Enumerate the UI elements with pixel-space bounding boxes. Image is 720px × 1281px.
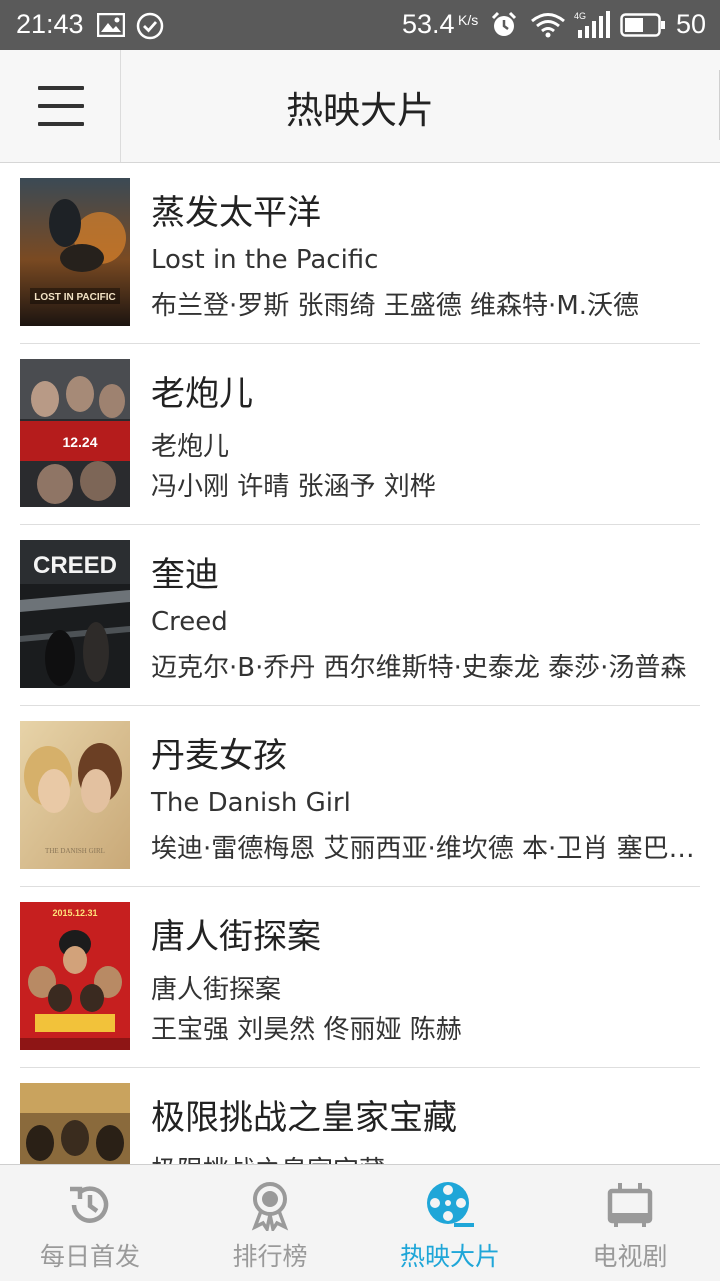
movie-subtitle: The Danish Girl — [151, 788, 351, 818]
movie-cast: 王宝强 刘昊然 佟丽娅 陈赫 — [151, 1015, 462, 1045]
movie-poster: 2015.12.31 — [20, 902, 130, 1050]
movie-poster: CREED — [20, 540, 130, 688]
movie-list-item[interactable]: 12.24 老炮儿 老炮儿 冯小刚 许晴 张涵予 刘桦 — [20, 344, 700, 525]
movie-list-item[interactable]: 极限挑战之皇家宝藏 极限挑战之皇家宝藏 — [20, 1068, 700, 1164]
movie-poster: THE DANISH GIRL — [20, 721, 130, 869]
image-notification-icon — [97, 13, 125, 37]
movie-subtitle: 老炮儿 — [151, 432, 230, 462]
svg-text:2015.12.31: 2015.12.31 — [52, 908, 97, 918]
movie-title: 老炮儿 — [151, 374, 253, 414]
svg-text:THE DANISH GIRL: THE DANISH GIRL — [45, 847, 105, 855]
tab-label: 每日首发 — [39, 1242, 140, 1271]
svg-text:12.24: 12.24 — [62, 434, 97, 450]
tab-tv-series[interactable]: 电视剧 — [540, 1165, 720, 1281]
movie-title: 唐人街探案 — [151, 917, 321, 957]
cellular-signal-icon: 4G — [574, 11, 610, 38]
movie-subtitle: Lost in the Pacific — [151, 245, 379, 275]
movie-title: 奎迪 — [151, 555, 219, 595]
history-icon — [70, 1186, 109, 1223]
movie-subtitle: 极限挑战之皇家宝藏 — [151, 1150, 385, 1164]
app-header: 热映大片 — [0, 50, 720, 163]
bottom-tab-bar: 每日首发 排行榜 热映大片 电视剧 — [0, 1164, 720, 1281]
svg-text:LOST IN PACIFIC: LOST IN PACIFIC — [34, 292, 115, 303]
movie-subtitle: 唐人街探案 — [151, 975, 282, 1005]
tab-rankings[interactable]: 排行榜 — [180, 1165, 360, 1281]
check-circle-icon — [136, 12, 164, 40]
svg-text:4G: 4G — [574, 11, 586, 21]
film-reel-icon — [427, 1182, 474, 1227]
alarm-icon — [491, 11, 517, 36]
network-speed-unit: K/s — [458, 12, 479, 28]
tab-daily-premiere[interactable]: 每日首发 — [0, 1165, 180, 1281]
movie-list-item[interactable]: 2015.12.31 唐人街探案 唐人街探案 王宝强 刘昊然 佟丽娅 陈赫 — [20, 887, 700, 1068]
movie-title: 极限挑战之皇家宝藏 — [151, 1098, 457, 1138]
tab-hot-movies[interactable]: 热映大片 — [360, 1165, 540, 1281]
tab-label: 电视剧 — [592, 1242, 668, 1271]
movie-title: 丹麦女孩 — [151, 736, 287, 776]
medal-icon — [251, 1182, 289, 1231]
status-bar: 21:43 53.4 K/s 4G 50 — [0, 0, 720, 50]
battery-icon — [620, 13, 665, 37]
wifi-icon — [531, 13, 565, 38]
movie-list-item[interactable]: CREED 奎迪 Creed 迈克尔·B·乔丹 西尔维斯特·史泰龙 泰莎·汤普森 — [20, 525, 700, 706]
battery-level: 50 — [676, 9, 707, 39]
movie-list-item[interactable]: THE DANISH GIRL 丹麦女孩 The Danish Girl 埃迪·… — [20, 706, 700, 887]
movie-subtitle: Creed — [151, 607, 228, 637]
status-time: 21:43 — [16, 9, 84, 39]
tab-label: 排行榜 — [232, 1242, 308, 1271]
movie-cast: 迈克尔·B·乔丹 西尔维斯特·史泰龙 泰莎·汤普森 — [151, 653, 687, 683]
movie-poster: 12.24 — [20, 359, 130, 507]
tv-icon — [607, 1183, 653, 1227]
movie-poster: LOST IN PACIFIC — [20, 178, 130, 326]
movie-cast: 布兰登·罗斯 张雨绮 王盛德 维森特·M.沃德 — [151, 291, 640, 321]
page-title: 热映大片 — [286, 89, 434, 132]
network-speed: 53.4 — [402, 9, 455, 39]
movie-list[interactable]: LOST IN PACIFIC 蒸发太平洋 Lost in the Pacifi… — [0, 163, 720, 1164]
movie-title: 蒸发太平洋 — [151, 193, 321, 233]
movie-cast: 冯小刚 许晴 张涵予 刘桦 — [151, 472, 436, 502]
movie-cast: 埃迪·雷德梅恩 艾丽西亚·维坎德 本·卫肖 塞巴斯蒂安·科赫 — [151, 834, 699, 864]
svg-text:CREED: CREED — [33, 552, 117, 579]
tab-label: 热映大片 — [399, 1242, 500, 1271]
movie-poster — [20, 1083, 130, 1164]
movie-list-item[interactable]: LOST IN PACIFIC 蒸发太平洋 Lost in the Pacifi… — [20, 163, 700, 344]
